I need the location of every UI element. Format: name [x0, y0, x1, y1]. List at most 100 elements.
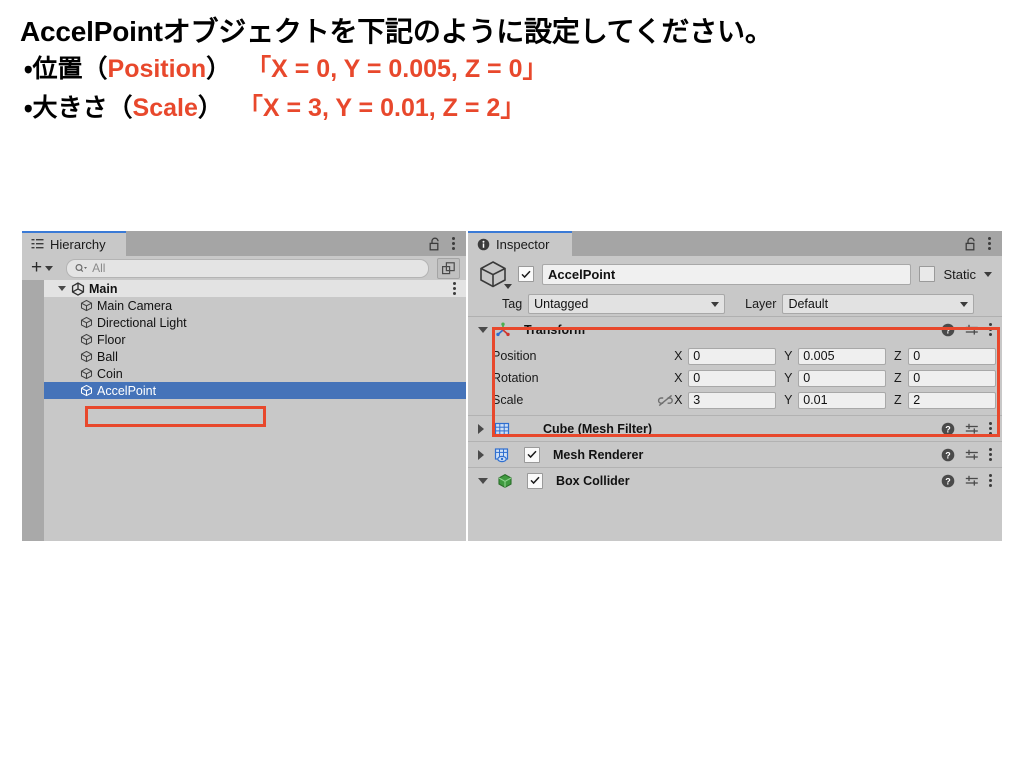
help-circle-icon[interactable]: ? — [941, 422, 955, 436]
axis-label-x: X — [674, 371, 683, 385]
disclosure-triangle-icon[interactable] — [478, 477, 488, 484]
add-gameobject-button[interactable]: + — [28, 257, 56, 278]
inspector-tag-layer-row: Tag Untagged Layer Default — [468, 292, 1002, 316]
transform-row-label: Position — [492, 349, 537, 363]
layer-dropdown[interactable]: Default — [782, 294, 975, 314]
layer-value: Default — [788, 297, 829, 311]
plus-icon: + — [31, 257, 43, 278]
gameobject-cube-icon — [476, 259, 512, 289]
inspector-tabbar: Inspector — [468, 231, 1002, 256]
chevron-down-icon[interactable] — [504, 284, 512, 289]
object-enabled-checkbox[interactable] — [518, 266, 534, 282]
help-circle-icon[interactable]: ? — [941, 448, 955, 462]
rotation-z-field[interactable]: 0 — [908, 369, 996, 387]
page-title: AccelPointオブジェクトを下記のように設定してください。 — [20, 16, 773, 47]
axis-label-z: Z — [894, 349, 902, 363]
component-enabled-checkbox[interactable] — [524, 446, 540, 463]
instruction-line-scale-value: 「X = 3, Y = 0.01, Z = 2」 — [237, 94, 526, 123]
kebab-menu-icon[interactable] — [989, 421, 992, 436]
axis-label-x: X — [674, 393, 683, 407]
kebab-menu-icon[interactable] — [453, 281, 456, 296]
gameobject-cube-icon — [80, 367, 93, 380]
mesh-renderer-icon — [494, 447, 510, 463]
tab-hierarchy[interactable]: Hierarchy — [22, 231, 126, 256]
tab-inspector[interactable]: Inspector — [468, 231, 572, 256]
object-name-field[interactable]: AccelPoint — [542, 263, 912, 285]
component-box-collider[interactable]: Box Collider ? — [468, 467, 1002, 493]
svg-text:?: ? — [945, 450, 951, 460]
padlock-open-icon[interactable] — [965, 237, 977, 251]
position-x-field[interactable]: 0 — [688, 347, 777, 365]
hierarchy-scene-row[interactable]: Main — [44, 280, 466, 297]
hierarchy-rows: Main Main Camera Directional Light Floor… — [44, 280, 466, 399]
kebab-menu-icon[interactable] — [989, 447, 992, 462]
info-circle-icon — [477, 238, 490, 251]
static-label: Static — [943, 266, 976, 282]
hierarchy-item-label: Coin — [97, 366, 123, 381]
help-circle-icon[interactable]: ? — [941, 323, 955, 337]
position-z-field[interactable]: 0 — [908, 347, 996, 365]
rotation-y-field[interactable]: 0 — [798, 369, 887, 387]
disclosure-triangle-icon[interactable] — [478, 326, 488, 333]
svg-text:?: ? — [945, 424, 951, 434]
box-collider-icon — [497, 473, 513, 489]
scale-y-field[interactable]: 0.01 — [798, 391, 887, 409]
tag-dropdown[interactable]: Untagged — [528, 294, 726, 314]
kebab-menu-icon[interactable] — [988, 236, 991, 251]
component-cube-mesh-filter[interactable]: Cube (Mesh Filter) ? — [468, 415, 1002, 441]
axis-label-z: Z — [894, 393, 902, 407]
search-input[interactable]: All — [66, 258, 429, 278]
gameobject-cube-icon — [80, 333, 93, 346]
constrain-proportions-off-icon[interactable] — [656, 394, 674, 407]
preset-sliders-icon[interactable] — [965, 474, 979, 488]
scale-x-field[interactable]: 3 — [688, 391, 777, 409]
disclosure-triangle-icon[interactable] — [58, 286, 66, 291]
open-in-new-window-button[interactable] — [437, 257, 460, 279]
object-name-value: AccelPoint — [548, 266, 616, 282]
hierarchy-item-floor[interactable]: Floor — [44, 331, 466, 348]
hierarchy-item-label: Floor — [97, 332, 126, 347]
search-placeholder: All — [92, 261, 106, 275]
hierarchy-item-coin[interactable]: Coin — [44, 365, 466, 382]
padlock-open-icon[interactable] — [429, 237, 441, 251]
chevron-down-icon[interactable] — [984, 271, 992, 277]
svg-text:?: ? — [945, 476, 951, 486]
position-y-field[interactable]: 0.005 — [798, 347, 887, 365]
preset-sliders-icon[interactable] — [965, 422, 979, 436]
help-circle-icon[interactable]: ? — [941, 474, 955, 488]
unity-scene-icon — [71, 281, 85, 296]
instruction-line-position-term: Position — [107, 55, 207, 84]
hierarchy-item-ball[interactable]: Ball — [44, 348, 466, 365]
axis-label-y: Y — [784, 349, 793, 363]
static-checkbox[interactable] — [919, 266, 936, 282]
hierarchy-item-main-camera[interactable]: Main Camera — [44, 297, 466, 314]
transform-header[interactable]: Transform ? — [468, 316, 1002, 342]
transform-row-position: Position X 0 Y 0.005 Z 0 — [468, 345, 1002, 367]
inspector-tabbar-actions — [965, 231, 1002, 256]
kebab-menu-icon[interactable] — [989, 322, 992, 337]
preset-sliders-icon[interactable] — [965, 448, 979, 462]
disclosure-triangle-icon[interactable] — [478, 423, 484, 434]
kebab-menu-icon[interactable] — [989, 473, 992, 488]
instruction-line-scale: ・大きさ（Scale） 「X = 3, Y = 0.01, Z = 2」 — [24, 89, 1004, 128]
scale-z-field[interactable]: 2 — [908, 391, 996, 409]
preset-sliders-icon[interactable] — [965, 323, 979, 337]
axis-label-x: X — [674, 349, 683, 363]
component-enabled-checkbox[interactable] — [527, 472, 543, 489]
tag-label: Tag — [502, 297, 523, 311]
hierarchy-left-gutter — [22, 280, 44, 541]
hierarchy-tree: Main Main Camera Directional Light Floor… — [22, 280, 466, 541]
gameobject-cube-icon — [80, 299, 93, 312]
tag-value: Untagged — [534, 297, 589, 311]
disclosure-triangle-icon[interactable] — [478, 449, 484, 460]
open-in-new-window-icon — [442, 261, 455, 275]
instruction-line-scale-mid: ） — [197, 94, 223, 123]
kebab-menu-icon[interactable] — [452, 236, 455, 251]
gameobject-cube-icon — [80, 350, 93, 363]
hierarchy-item-accelpoint[interactable]: AccelPoint — [44, 382, 466, 399]
component-mesh-renderer[interactable]: Mesh Renderer ? — [468, 441, 1002, 467]
hierarchy-item-directional-light[interactable]: Directional Light — [44, 314, 466, 331]
component-title: Mesh Renderer — [553, 447, 644, 462]
rotation-x-field[interactable]: 0 — [688, 369, 777, 387]
hierarchy-item-label: Main Camera — [97, 298, 173, 313]
